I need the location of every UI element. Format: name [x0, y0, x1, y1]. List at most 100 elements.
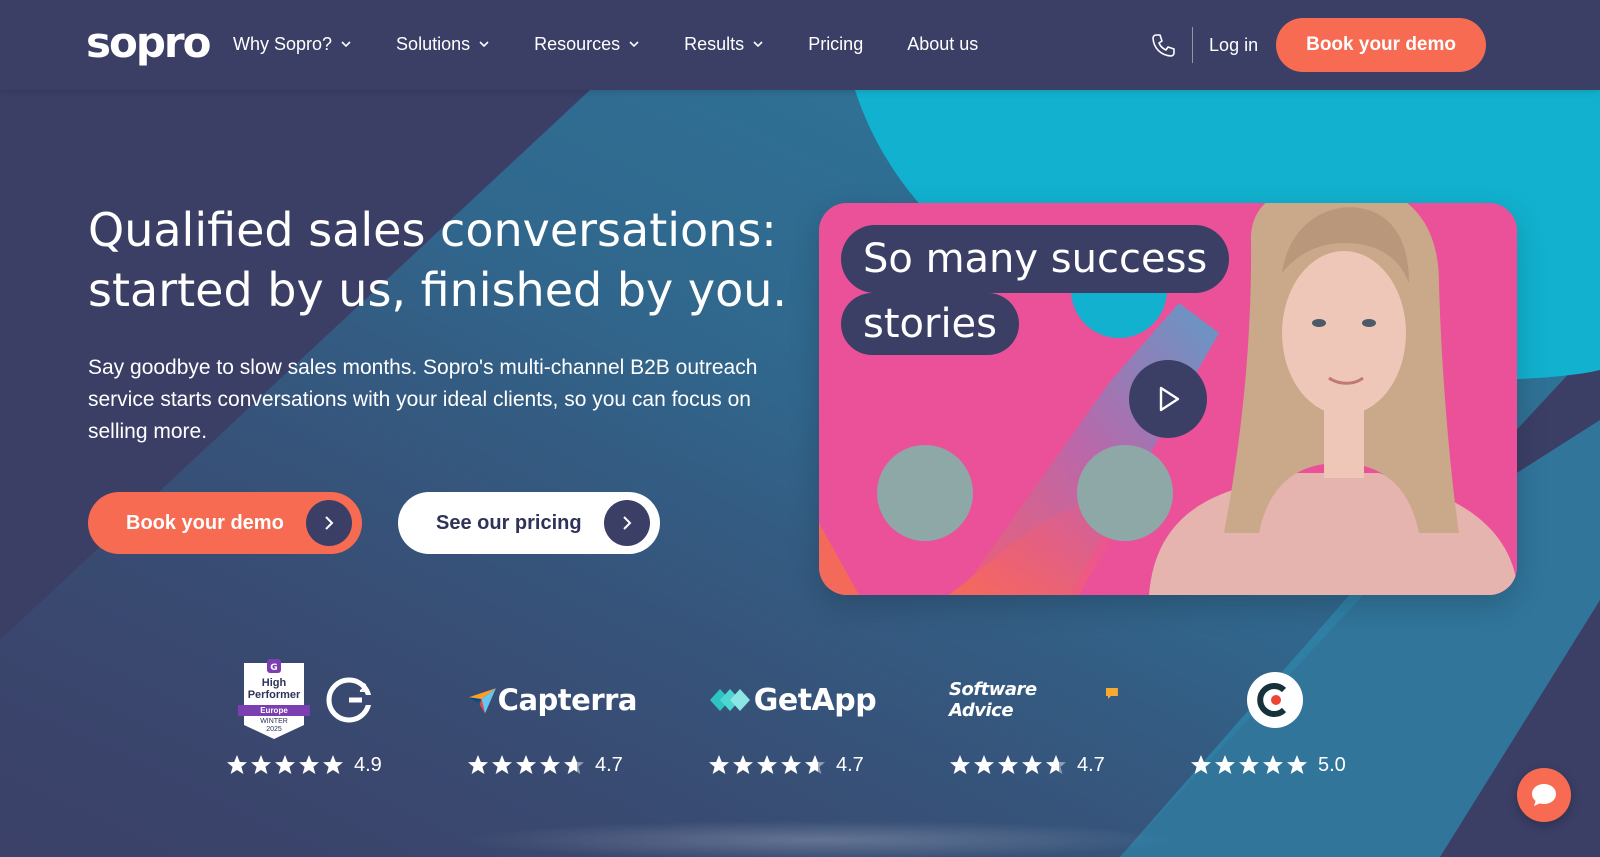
capterra-score: 4.7: [595, 753, 623, 776]
star-icon: [1263, 755, 1283, 774]
star-icon: [323, 755, 343, 774]
star-icon: [709, 755, 729, 774]
svg-text:G: G: [270, 663, 277, 673]
g2-icon: 2: [326, 677, 372, 723]
nav-item-results[interactable]: Results: [684, 34, 764, 55]
star-icon: [733, 755, 753, 774]
clutch-score: 5.0: [1318, 753, 1346, 776]
clutch-icon: [1247, 672, 1303, 728]
star-half-icon: [1046, 755, 1066, 774]
chevron-down-icon: [629, 41, 639, 48]
software-advice-wordmark: Software Advice: [949, 679, 1037, 721]
hero-subtitle: Say goodbye to slow sales months. Sopro'…: [88, 356, 758, 443]
chevron-down-icon: [753, 41, 763, 48]
speech-bubble-icon: [1106, 688, 1119, 699]
g2-badge-region: Europe: [238, 705, 310, 716]
star-icon: [974, 755, 994, 774]
g2-logo-area: G High Performer Europe WINTER 2025 2: [226, 650, 396, 750]
bottom-glow: [460, 820, 1180, 857]
software-advice-logo: Software Advice: [949, 650, 1119, 750]
nav-item-why-sopro[interactable]: Why Sopro?: [233, 34, 352, 55]
hero-title-line1: Qualified sales conversations:: [88, 203, 777, 257]
getapp-wordmark: GetApp: [753, 682, 877, 718]
nav-item-solutions[interactable]: Solutions: [396, 34, 490, 55]
video-caption-line1: So many success: [841, 225, 1230, 293]
star-icon: [299, 755, 319, 774]
getapp-diamond-icon: [709, 689, 750, 711]
nav-item-label: Resources: [534, 33, 621, 54]
hero-title-line2: started by us, finished by you.: [88, 263, 788, 317]
g2-high-performer-badge: G High Performer Europe WINTER 2025: [238, 659, 310, 741]
star-icon: [1287, 755, 1307, 774]
chevron-down-icon: [479, 41, 489, 48]
nav-item-label: Results: [684, 33, 745, 54]
getapp-stars: 4.7: [708, 750, 864, 780]
star-icon: [1191, 755, 1211, 774]
book-demo-button[interactable]: Book your demo: [88, 492, 362, 554]
rating-capterra[interactable]: Capterra 4.7: [467, 650, 638, 780]
rating-getapp[interactable]: GetApp 4.7: [708, 650, 878, 780]
getapp-logo: GetApp: [708, 650, 878, 750]
g2-badge-title: High Performer: [247, 677, 301, 701]
chevron-down-icon: [341, 41, 351, 48]
ratings-strip: G High Performer Europe WINTER 2025 2 4.…: [0, 650, 1600, 780]
star-icon: [950, 755, 970, 774]
play-button[interactable]: [1129, 360, 1207, 438]
software-advice-stars: 4.7: [949, 750, 1105, 780]
star-icon: [781, 755, 801, 774]
star-icon: [468, 755, 488, 774]
g2-stars: 4.9: [226, 750, 382, 780]
login-link[interactable]: Log in: [1209, 35, 1258, 56]
software-advice-score: 4.7: [1077, 753, 1105, 776]
chat-icon: [1532, 784, 1556, 806]
header-divider: [1192, 27, 1194, 63]
chevron-right-icon: [306, 500, 352, 546]
star-icon: [1022, 755, 1042, 774]
nav-item-label: About us: [907, 33, 979, 54]
see-pricing-label: See our pricing: [436, 511, 582, 534]
site-header: sopro Why Sopro? Solutions Resources Res…: [0, 0, 1600, 90]
star-icon: [492, 755, 512, 774]
capterra-stars: 4.7: [467, 750, 623, 780]
star-icon: [275, 755, 295, 774]
star-icon: [227, 755, 247, 774]
see-pricing-button[interactable]: See our pricing: [398, 492, 660, 554]
star-icon: [1215, 755, 1235, 774]
capterra-logo: Capterra: [467, 650, 638, 750]
header-actions: Log in Book your demo: [1150, 18, 1486, 72]
hero-title: Qualified sales conversations: started b…: [88, 200, 808, 320]
star-half-icon: [564, 755, 584, 774]
star-icon: [251, 755, 271, 774]
svg-text:2: 2: [359, 681, 367, 695]
book-demo-header-button[interactable]: Book your demo: [1276, 18, 1486, 72]
phone-icon[interactable]: [1150, 32, 1176, 58]
play-icon: [1159, 386, 1180, 412]
star-icon: [757, 755, 777, 774]
chevron-right-icon: [604, 500, 650, 546]
nav-item-label: Pricing: [808, 33, 864, 54]
rating-g2[interactable]: G High Performer Europe WINTER 2025 2 4.…: [226, 650, 406, 780]
clutch-logo: [1190, 650, 1360, 750]
getapp-score: 4.7: [836, 753, 864, 776]
star-icon: [516, 755, 536, 774]
g2-score: 4.9: [354, 753, 382, 776]
star-half-icon: [805, 755, 825, 774]
capterra-arrow-icon: [468, 688, 496, 714]
nav-item-about-us[interactable]: About us: [907, 34, 978, 55]
clutch-stars: 5.0: [1190, 750, 1346, 780]
g2-badge-season: WINTER 2025: [260, 718, 288, 733]
rating-software-advice[interactable]: Software Advice 4.7: [949, 650, 1119, 780]
video-thumbnail[interactable]: So many success stories: [819, 203, 1517, 595]
video-caption-line2: stories: [841, 293, 1020, 355]
chat-button[interactable]: [1517, 768, 1571, 822]
nav-item-resources[interactable]: Resources: [534, 34, 640, 55]
capterra-wordmark: Capterra: [497, 683, 638, 717]
star-icon: [998, 755, 1018, 774]
nav-item-label: Why Sopro?: [233, 33, 333, 54]
nav-item-pricing[interactable]: Pricing: [808, 34, 863, 55]
nav-item-label: Solutions: [396, 33, 471, 54]
star-icon: [540, 755, 560, 774]
rating-clutch[interactable]: 5.0: [1190, 650, 1360, 780]
sopro-logo[interactable]: sopro: [86, 18, 211, 67]
main-nav: Why Sopro? Solutions Resources Results P…: [233, 0, 1022, 88]
